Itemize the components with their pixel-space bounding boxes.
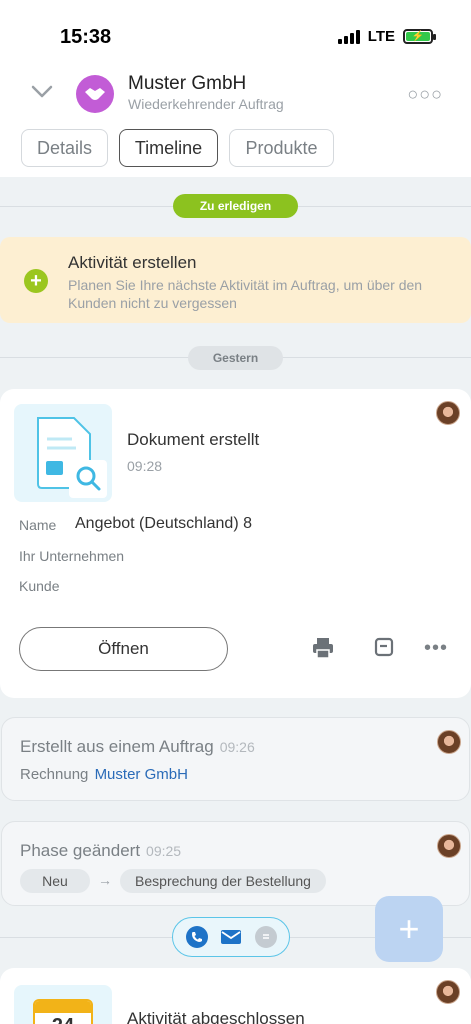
- network-label: LTE: [367, 28, 395, 45]
- activity-completed-title: Aktivität abgeschlossen: [127, 1009, 305, 1024]
- avatar: [437, 834, 461, 858]
- to-phase-chip: Besprechung der Bestellung: [120, 869, 326, 893]
- invoice-row: Rechnung Muster GmbH: [20, 766, 188, 783]
- name-label: Name: [19, 517, 57, 533]
- add-button[interactable]: +: [375, 896, 443, 962]
- chevron-down-icon[interactable]: [30, 82, 54, 102]
- avatar: [436, 980, 460, 1004]
- open-button[interactable]: Öffnen: [19, 627, 228, 671]
- status-indicators: LTE ⚡: [337, 28, 436, 45]
- calendar-icon: 24: [14, 985, 112, 1024]
- calendar-day: 24: [35, 1015, 91, 1024]
- phase-changed-title: Phase geändert 09:25: [20, 841, 182, 860]
- create-activity-banner[interactable]: + Aktivität erstellen Planen Sie Ihre nä…: [0, 237, 471, 323]
- customer-label: Kunde: [19, 578, 60, 594]
- document-created-card: Dokument erstellt 09:28 Name Angebot (De…: [0, 389, 471, 698]
- create-activity-description: Planen Sie Ihre nächste Aktivität im Auf…: [68, 277, 423, 311]
- chat-icon[interactable]: [254, 926, 277, 948]
- yesterday-section-label: Gestern: [188, 346, 283, 370]
- document-icon: [14, 404, 112, 502]
- note-icon[interactable]: [374, 637, 394, 657]
- phase-changed-card: Phase geändert 09:25 Neu → Besprechung de…: [1, 821, 470, 906]
- handshake-icon: [76, 75, 114, 113]
- avatar: [437, 730, 461, 754]
- company-label: Ihr Unternehmen: [19, 548, 125, 564]
- todo-section-label: Zu erledigen: [173, 194, 298, 218]
- create-activity-title: Aktivität erstellen: [68, 253, 197, 272]
- invoice-label: Rechnung: [20, 766, 89, 783]
- mail-icon[interactable]: [220, 926, 242, 948]
- created-from-title: Erstellt aus einem Auftrag 09:26: [20, 737, 255, 756]
- invoice-link[interactable]: Muster GmbH: [95, 766, 188, 783]
- arrow-icon: →: [98, 872, 112, 888]
- communication-bar: [172, 917, 290, 957]
- battery-icon: ⚡: [403, 29, 436, 44]
- avatar: [436, 401, 460, 425]
- name-value: Angebot (Deutschland) 8: [75, 515, 252, 532]
- tab-bar: Details Timeline Produkte: [21, 129, 334, 167]
- created-from-deal-card: Erstellt aus einem Auftrag 09:26 Rechnung…: [1, 717, 470, 801]
- company-name: Muster GmbH: [128, 73, 247, 94]
- tab-timeline[interactable]: Timeline: [119, 129, 218, 167]
- top-header: 15:38 LTE ⚡ Muster GmbH Wiederkehrender …: [0, 0, 471, 177]
- signal-icon: [337, 29, 360, 44]
- plus-icon[interactable]: +: [24, 269, 48, 293]
- activity-completed-card: 24 Aktivität abgeschlossen: [0, 968, 471, 1024]
- tab-details[interactable]: Details: [21, 129, 108, 167]
- document-time: 09:28: [127, 458, 163, 474]
- status-time: 15:38: [60, 26, 112, 48]
- from-phase-chip: Neu: [20, 869, 90, 893]
- more-icon[interactable]: ○○○: [407, 84, 443, 105]
- document-title: Dokument erstellt: [127, 430, 260, 449]
- deal-subtitle: Wiederkehrender Auftrag: [128, 96, 284, 112]
- print-icon[interactable]: [312, 637, 334, 659]
- more-icon[interactable]: •••: [424, 637, 448, 660]
- phone-icon[interactable]: [185, 926, 208, 948]
- tab-produkte[interactable]: Produkte: [229, 129, 334, 167]
